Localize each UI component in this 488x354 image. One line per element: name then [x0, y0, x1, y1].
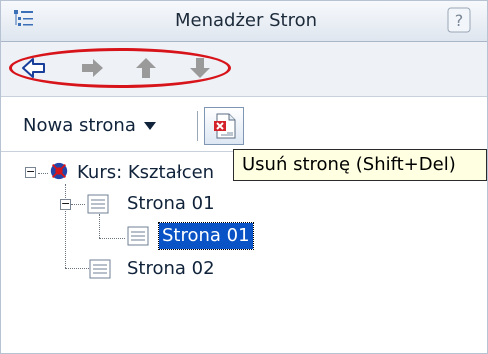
arrow-up-icon[interactable]: [133, 56, 159, 80]
arrow-left-icon[interactable]: [21, 56, 47, 80]
page-icon: [87, 194, 109, 214]
collapse-toggle[interactable]: −: [25, 166, 36, 178]
toolbar-separator: [197, 111, 198, 141]
help-icon[interactable]: ?: [447, 7, 471, 33]
tree-item-selected[interactable]: Strona 01: [1, 222, 271, 250]
tree-item-label: Strona 01: [158, 222, 254, 250]
window-title: Menadżer Stron: [174, 10, 318, 31]
new-page-dropdown[interactable]: Nowa strona: [23, 115, 156, 136]
action-toolbar: Nowa strona: [1, 101, 487, 152]
collapse-toggle[interactable]: −: [60, 198, 71, 210]
chevron-down-icon: [143, 122, 156, 130]
page-icon: [127, 226, 149, 246]
navigation-toolbar: [1, 42, 487, 97]
svg-text:?: ?: [455, 11, 464, 30]
tree-item[interactable]: − Strona 01: [1, 191, 241, 217]
delete-page-icon: [214, 113, 236, 139]
page-tree-icon: [14, 10, 33, 26]
delete-page-tooltip: Usuń stronę (Shift+Del): [233, 149, 487, 181]
tree-root-label: Kurs: Kształcen: [77, 162, 215, 183]
title-bar: Menadżer Stron ?: [1, 1, 487, 42]
tree-item-label: Strona 02: [127, 258, 215, 279]
course-icon: [50, 162, 68, 180]
tree-item-label: Strona 01: [127, 193, 215, 214]
arrow-right-icon[interactable]: [79, 56, 105, 80]
page-tree: − Kurs: Kształcen − Strona 01 Strona 01 …: [1, 152, 487, 353]
arrow-down-icon[interactable]: [187, 56, 213, 80]
tree-item[interactable]: Strona 02: [1, 256, 241, 282]
delete-page-button[interactable]: [204, 107, 244, 145]
page-manager-panel: Menadżer Stron ? Nowa strona − Kurs: Ksz…: [0, 0, 488, 354]
page-icon: [89, 259, 111, 279]
new-page-label: Nowa strona: [23, 115, 136, 136]
tree-root-node[interactable]: − Kurs: Kształcen: [1, 160, 241, 186]
